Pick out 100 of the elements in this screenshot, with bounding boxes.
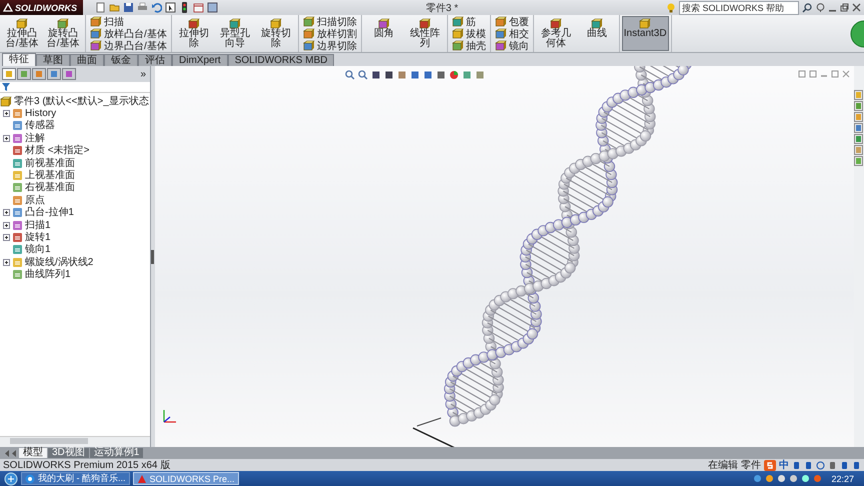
ribbon-button[interactable]: 异型孔向导 (214, 16, 255, 51)
tree-item[interactable]: 镜向1 (25, 244, 51, 256)
ribbon-button[interactable]: 抽壳 (450, 40, 488, 51)
tab[interactable]: 钣金 (104, 54, 138, 66)
expand-icon[interactable] (3, 134, 10, 142)
ribbon-button[interactable]: 参考几何体 (536, 16, 576, 51)
app-icon (136, 474, 146, 484)
panel-tab-icon[interactable] (62, 68, 76, 80)
ribbon-button[interactable]: 包覆 (492, 16, 531, 27)
expand-icon[interactable] (3, 222, 10, 229)
block-icon (302, 16, 315, 27)
ribbon-button[interactable]: 旋转凸台/基体 (43, 16, 83, 51)
ribbon-button[interactable]: Instant3D (622, 16, 669, 51)
undo-icon[interactable] (151, 2, 162, 13)
block-icon (90, 28, 102, 39)
tree-item[interactable]: 传感器 (25, 120, 55, 132)
block-icon (452, 16, 464, 27)
clock: 22:27 (830, 474, 855, 484)
tab[interactable]: 3D视图 (48, 448, 89, 458)
horizontal-scrollbar[interactable] (0, 436, 150, 447)
tree-item[interactable]: 前视基准面 (25, 158, 75, 169)
block-icon (270, 18, 282, 29)
scroll-arrows-icon[interactable] (4, 448, 18, 458)
ribbon-button[interactable]: 筋 (450, 16, 488, 27)
tile-icon[interactable] (798, 70, 806, 78)
tree-item[interactable]: 螺旋线/涡状线2 (25, 256, 94, 268)
ribbon-button[interactable]: 拉伸切除 (174, 16, 214, 51)
tree-item[interactable]: 上视基准面 (25, 170, 75, 182)
ribbon-button[interactable]: 曲线 (576, 16, 617, 51)
ribbon-button[interactable]: 圆角 (364, 16, 404, 51)
zoom-icon[interactable] (358, 70, 368, 80)
feature-icon (12, 182, 23, 194)
panel-tab-icon[interactable] (17, 68, 31, 80)
ribbon-button[interactable]: 放样凸台/基体 (88, 28, 169, 39)
tree-item[interactable]: 扫描1 (25, 220, 51, 231)
restore-icon[interactable] (840, 2, 849, 12)
customize-icon[interactable] (207, 2, 218, 13)
taskbar-button[interactable]: 我的大刷 - 酷狗音乐... (21, 472, 130, 485)
help-icon[interactable] (816, 2, 825, 12)
zoom-icon[interactable] (345, 70, 355, 80)
search-icon[interactable] (802, 2, 813, 12)
ribbon-button[interactable]: 边界切除 (300, 40, 359, 51)
ribbon-button[interactable]: 旋转切除 (256, 16, 296, 51)
ribbon-button[interactable]: 线性阵列 (404, 16, 445, 51)
start-icon[interactable] (4, 472, 18, 486)
ribbon-button[interactable]: 放样切割 (300, 28, 359, 39)
tile-icon[interactable] (809, 70, 817, 78)
tree-item[interactable]: 注解 (25, 132, 45, 144)
tab[interactable]: 模型 (19, 448, 47, 458)
ribbon-button[interactable]: 镜向 (492, 40, 531, 51)
ime-mode[interactable]: 中 (779, 458, 789, 472)
close-icon[interactable] (852, 2, 861, 12)
select-icon[interactable] (165, 2, 176, 13)
block-icon (378, 18, 390, 29)
tab[interactable]: 特征 (2, 53, 36, 66)
tab[interactable]: SOLIDWORKS MBD (228, 54, 334, 66)
ribbon-button[interactable]: 相交 (492, 28, 531, 39)
tree-item[interactable]: 右视基准面 (25, 182, 75, 194)
expand-icon[interactable] (3, 258, 10, 266)
folder-icon[interactable] (109, 2, 120, 13)
panel-tab-icon[interactable] (32, 68, 46, 80)
panel-tab-icon[interactable] (2, 68, 16, 80)
ribbon-button[interactable]: 扫描切除 (300, 16, 359, 27)
tab[interactable]: 评估 (138, 54, 172, 66)
expand-icon[interactable] (3, 209, 10, 216)
expand-icon[interactable] (3, 234, 10, 241)
tree-item[interactable]: History (25, 108, 56, 120)
feature-icon (12, 120, 23, 132)
expand-icon[interactable] (3, 110, 10, 118)
app-name: SOLIDWORKS (15, 2, 77, 12)
more-tabs-arrow[interactable]: » (140, 68, 148, 80)
close-icon[interactable] (842, 70, 850, 78)
restore-icon[interactable] (831, 70, 839, 78)
block-icon (188, 18, 200, 29)
tab[interactable]: 运动算例1 (90, 448, 144, 458)
traffic-light-icon[interactable] (179, 2, 190, 13)
printer-icon[interactable] (137, 2, 148, 13)
ribbon-button[interactable]: 边界凸台/基体 (88, 40, 169, 51)
tree-item[interactable]: 材质 <未指定> (25, 145, 90, 156)
ime-logo-icon[interactable] (764, 460, 776, 470)
tree-item[interactable]: 零件3 (默认<<默认>_显示状态 (14, 96, 149, 107)
tree-item[interactable]: 曲线阵列1 (25, 269, 71, 280)
ribbon-button[interactable]: 拔模 (450, 28, 488, 39)
panel-tab-icon[interactable] (47, 68, 61, 80)
logo-mark-icon (3, 3, 13, 12)
panel-splitter[interactable] (151, 66, 155, 447)
tab[interactable]: 草图 (36, 54, 70, 66)
save-icon[interactable] (123, 2, 134, 13)
tab[interactable]: DimXpert (172, 54, 228, 66)
search-field[interactable]: 搜索 SOLIDWORKS 帮助 (679, 0, 799, 14)
tree-item[interactable]: 原点 (25, 194, 45, 206)
ribbon-button[interactable]: 扫描 (88, 16, 169, 27)
window-title: 零件3 * (424, 2, 460, 14)
new-document-icon[interactable] (95, 2, 106, 13)
sphere-icon[interactable] (449, 70, 459, 80)
options-icon[interactable] (193, 2, 204, 13)
ribbon-button[interactable]: 拉伸凸台/基体 (2, 16, 42, 51)
tree-item[interactable]: 凸台-拉伸1 (25, 207, 74, 218)
tree-item[interactable]: 旋转1 (25, 232, 51, 243)
tab[interactable]: 曲面 (70, 54, 104, 66)
